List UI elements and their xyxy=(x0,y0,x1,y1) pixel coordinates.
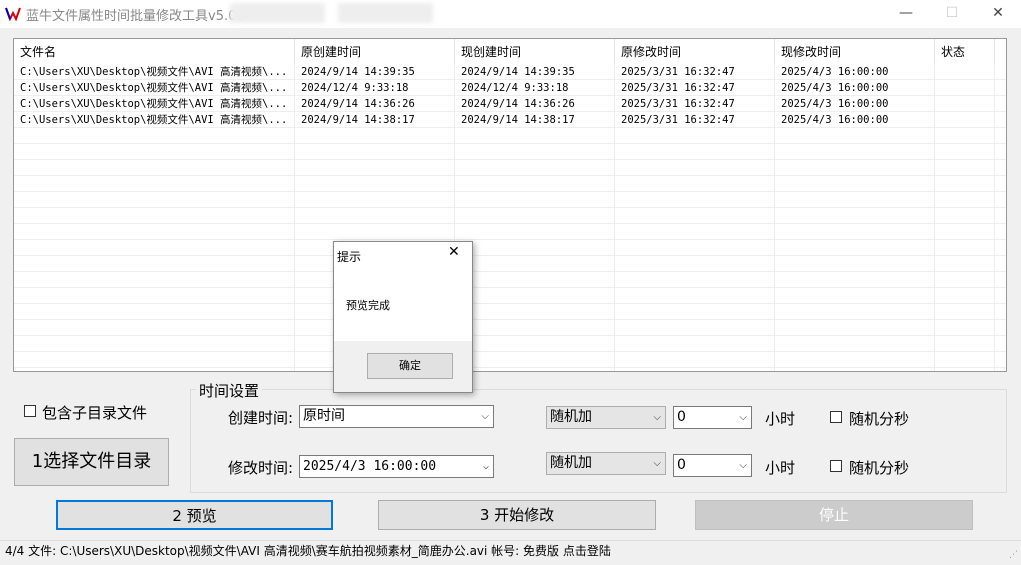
maximize-button[interactable]: ☐ xyxy=(929,0,975,28)
start-modify-button[interactable]: 3 开始修改 xyxy=(378,500,656,530)
dialog-message: 预览完成 xyxy=(346,299,390,312)
title-bar: 蓝牛文件属性时间批量修改工具v5.00 — ☐ ✕ xyxy=(0,0,1021,28)
table-cell: C:\Users\XU\Desktop\视频文件\AVI 高清视频\... xyxy=(14,112,295,128)
table-row[interactable]: C:\Users\XU\Desktop\视频文件\AVI 高清视频\... 202… xyxy=(14,96,1006,112)
table-cell: 2025/4/3 16:00:00 xyxy=(775,64,935,80)
table-row[interactable]: C:\Users\XU\Desktop\视频文件\AVI 高清视频\... 202… xyxy=(14,64,1006,80)
table-row[interactable]: C:\Users\XU\Desktop\视频文件\AVI 高清视频\... 202… xyxy=(14,112,1006,128)
empty-row xyxy=(14,128,1006,144)
table-cell: C:\Users\XU\Desktop\视频文件\AVI 高清视频\... xyxy=(14,80,295,96)
create-mode-value: 随机加 xyxy=(550,409,592,425)
dialog-title: 提示 xyxy=(337,250,362,264)
column-header[interactable]: 现创建时间 xyxy=(455,39,615,66)
close-button[interactable]: ✕ xyxy=(975,0,1021,28)
empty-row xyxy=(14,304,1006,320)
empty-row xyxy=(14,256,1006,272)
status-text: 4/4 文件: C:\Users\XU\Desktop\视频文件\AVI 高清视… xyxy=(5,544,611,558)
create-mode-select[interactable]: 随机加 ⌵ xyxy=(546,406,666,429)
create-time-value: 原时间 xyxy=(303,408,345,424)
table-cell: 2025/4/3 16:00:00 xyxy=(775,96,935,112)
create-hours-select[interactable]: 0 ⌵ xyxy=(673,406,752,429)
empty-row xyxy=(14,224,1006,240)
minimize-button[interactable]: — xyxy=(883,0,929,28)
app-logo-icon xyxy=(5,7,21,21)
create-time-select[interactable]: 原时间 ⌵ xyxy=(299,405,494,428)
empty-row xyxy=(14,352,1006,368)
modify-mode-select[interactable]: 随机加 ⌵ xyxy=(546,452,666,475)
table-cell xyxy=(935,80,995,96)
table-cell: 2025/3/31 16:32:47 xyxy=(615,112,775,128)
column-header[interactable]: 原修改时间 xyxy=(615,39,775,66)
table-cell: 2025/4/3 16:00:00 xyxy=(775,80,935,96)
empty-row xyxy=(14,240,1006,256)
empty-row xyxy=(14,208,1006,224)
table-cell: C:\Users\XU\Desktop\视频文件\AVI 高清视频\... xyxy=(14,96,295,112)
empty-row xyxy=(14,320,1006,336)
create-random-checkbox[interactable] xyxy=(830,411,842,423)
chevron-down-icon: ⌵ xyxy=(653,458,661,469)
stop-button[interactable]: 停止 xyxy=(695,500,973,530)
table-cell: 2025/3/31 16:32:47 xyxy=(615,80,775,96)
table-cell: 2025/3/31 16:32:47 xyxy=(615,64,775,80)
chevron-down-icon: ⌵ xyxy=(482,461,489,472)
modify-time-value: 2025/4/3 16:00:00 xyxy=(303,459,437,474)
modify-random-checkbox[interactable] xyxy=(830,460,842,472)
table-cell: 2024/9/14 14:38:17 xyxy=(295,112,455,128)
table-row[interactable]: C:\Users\XU\Desktop\视频文件\AVI 高清视频\... 202… xyxy=(14,80,1006,96)
modify-mode-value: 随机加 xyxy=(550,455,592,471)
time-settings-title: 时间设置 xyxy=(196,380,263,401)
table-cell: 2024/9/14 14:36:26 xyxy=(295,96,455,112)
column-header[interactable]: 现修改时间 xyxy=(775,39,935,66)
table-cell: C:\Users\XU\Desktop\视频文件\AVI 高清视频\... xyxy=(14,64,295,80)
table-cell: 2024/9/14 14:39:35 xyxy=(455,64,615,80)
empty-row xyxy=(14,288,1006,304)
file-list[interactable]: 文件名 原创建时间 现创建时间 原修改时间 现修改时间 状态 C:\Users\XU\Des… xyxy=(13,38,1007,372)
resize-grip-icon[interactable]: ⋰ xyxy=(1009,545,1018,565)
dialog-close-button[interactable]: ✕ xyxy=(448,244,460,260)
modify-time-label: 修改时间: xyxy=(228,459,294,477)
message-dialog: 提示 ✕ 预览完成 确定 xyxy=(333,241,473,393)
empty-row xyxy=(14,176,1006,192)
include-subdirs-checkbox[interactable] xyxy=(24,405,36,417)
table-cell xyxy=(935,64,995,80)
table-cell xyxy=(935,96,995,112)
modify-hours-value: 0 xyxy=(677,457,686,473)
include-subdirs-label: 包含子目录文件 xyxy=(42,404,148,422)
empty-row xyxy=(14,192,1006,208)
blurred-region xyxy=(338,3,433,23)
empty-row xyxy=(14,336,1006,352)
empty-row xyxy=(14,160,1006,176)
modify-hours-label: 小时 xyxy=(765,459,796,477)
dialog-ok-button[interactable]: 确定 xyxy=(367,353,453,379)
empty-row xyxy=(14,144,1006,160)
chevron-down-icon: ⌵ xyxy=(739,460,747,471)
modify-hours-select[interactable]: 0 ⌵ xyxy=(673,454,752,477)
table-cell: 2024/9/14 14:39:35 xyxy=(295,64,455,80)
table-cell: 2024/9/14 14:38:17 xyxy=(455,112,615,128)
table-cell: 2024/12/4 9:33:18 xyxy=(455,80,615,96)
create-time-label: 创建时间: xyxy=(228,409,294,427)
table-cell: 2025/4/3 16:00:00 xyxy=(775,112,935,128)
modify-random-label: 随机分秒 xyxy=(849,459,910,477)
window-title: 蓝牛文件属性时间批量修改工具v5.00 xyxy=(26,9,245,24)
chevron-down-icon: ⌵ xyxy=(653,412,661,423)
table-cell: 2024/12/4 9:33:18 xyxy=(295,80,455,96)
select-directory-button[interactable]: 1选择文件目录 xyxy=(14,438,169,486)
column-header[interactable]: 文件名 xyxy=(14,39,295,66)
chevron-down-icon: ⌵ xyxy=(739,412,747,423)
modify-time-select[interactable]: 2025/4/3 16:00:00 ⌵ xyxy=(299,455,494,478)
create-random-label: 随机分秒 xyxy=(849,410,910,428)
column-header[interactable]: 原创建时间 xyxy=(295,39,455,66)
create-hours-label: 小时 xyxy=(765,410,796,428)
empty-row xyxy=(14,272,1006,288)
chevron-down-icon: ⌵ xyxy=(481,411,489,422)
table-cell: 2024/9/14 14:36:26 xyxy=(455,96,615,112)
column-header[interactable]: 状态 xyxy=(935,39,995,66)
create-hours-value: 0 xyxy=(677,409,686,425)
status-bar: 4/4 文件: C:\Users\XU\Desktop\视频文件\AVI 高清视… xyxy=(0,540,1021,561)
table-cell xyxy=(935,112,995,128)
table-cell: 2025/3/31 16:32:47 xyxy=(615,96,775,112)
blurred-region xyxy=(230,3,325,23)
preview-button[interactable]: 2 预览 xyxy=(56,500,333,530)
